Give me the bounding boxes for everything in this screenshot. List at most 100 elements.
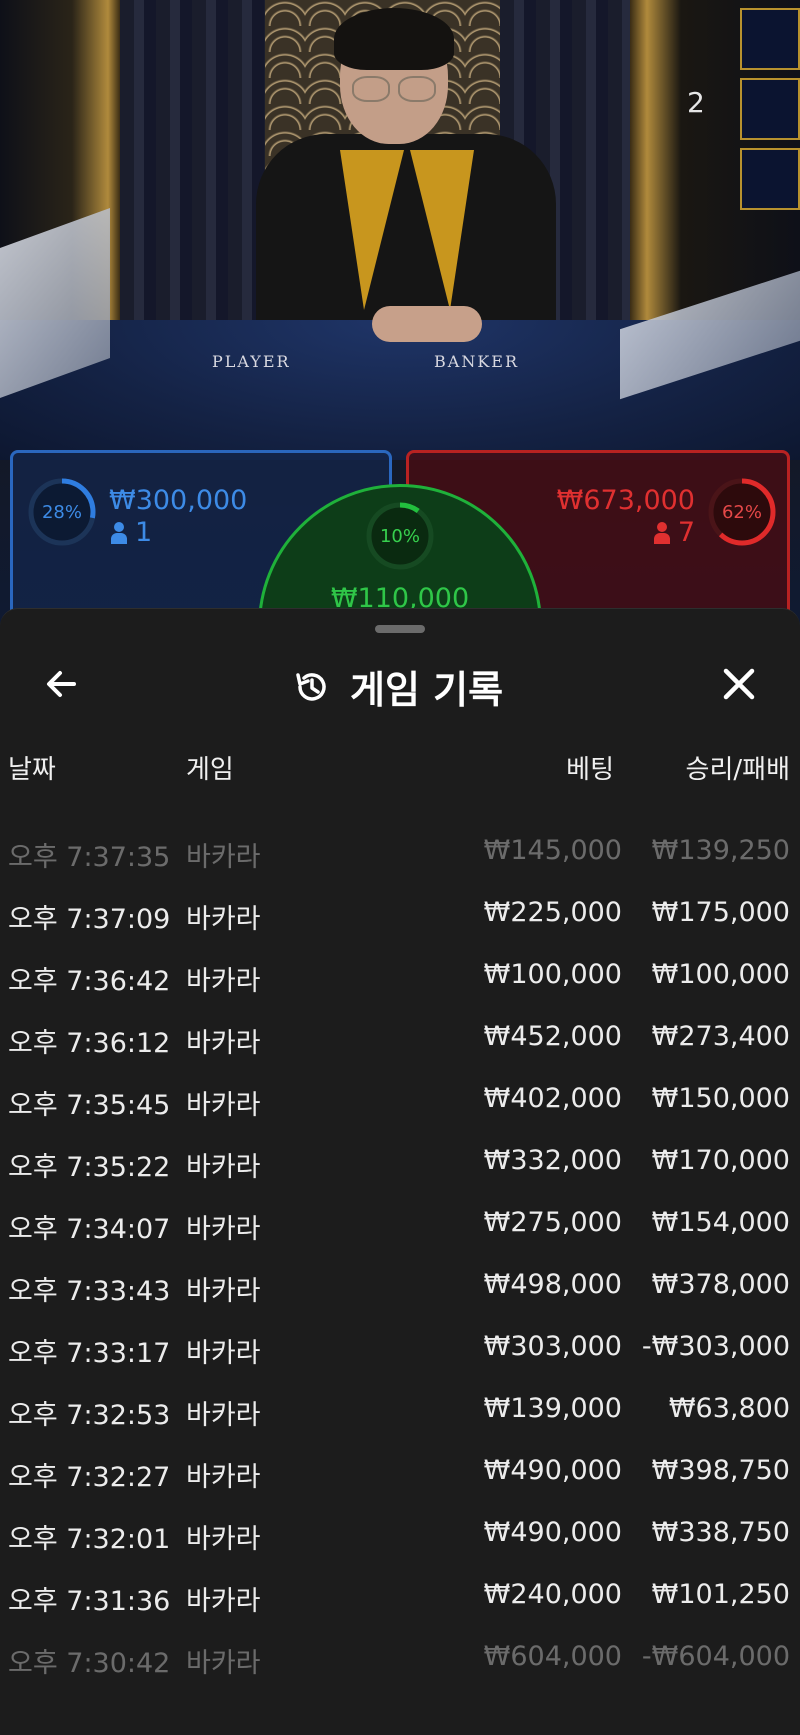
table-label-banker: BANKER [434, 352, 519, 371]
row-game: 바카라 [186, 1462, 261, 1493]
history-row[interactable]: 오후 7:34:07 바카라 ₩275,000 ₩154,000 [0, 1201, 800, 1263]
column-header-result: 승리/패배 [685, 755, 790, 785]
person-icon [653, 521, 670, 544]
player-bettor-count-value: 1 [135, 517, 153, 548]
person-icon [111, 521, 127, 544]
row-bet: ₩225,000 [483, 897, 622, 928]
row-result: ₩378,000 [651, 1269, 790, 1300]
row-bet: ₩604,000 [483, 1641, 622, 1672]
row-game: 바카라 [186, 1028, 261, 1059]
tie-percent-label: 10% [379, 525, 420, 547]
close-icon [723, 668, 755, 700]
tie-percent-ring: 10% [365, 501, 435, 571]
history-row[interactable]: 오후 7:30:42 바카라 ₩604,000 -₩604,000 [0, 1635, 800, 1697]
curtain-left [120, 0, 270, 320]
row-time: 오후 7:33:43 [8, 1276, 171, 1307]
row-time: 오후 7:34:07 [8, 1214, 171, 1245]
history-row[interactable]: 오후 7:36:42 바카라 ₩100,000 ₩100,000 [0, 953, 800, 1015]
row-result: ₩170,000 [651, 1145, 790, 1176]
dealer-hair [334, 8, 454, 70]
dealer-lapel [340, 150, 404, 310]
history-column-headers: 날짜 게임 베팅 승리/패배 [0, 749, 800, 785]
row-game: 바카라 [186, 1214, 261, 1245]
history-row[interactable]: 오후 7:35:22 바카라 ₩332,000 ₩170,000 [0, 1139, 800, 1201]
game-history-sheet: 게임 기록 날짜 게임 베팅 승리/패배 오후 7:37:35 바카라 ₩145… [0, 608, 800, 1735]
sponsor-panel [740, 8, 800, 70]
row-game: 바카라 [186, 1338, 261, 1369]
banker-percent-label: 62% [721, 501, 762, 523]
row-bet: ₩145,000 [483, 835, 622, 866]
sheet-header: 게임 기록 [0, 649, 800, 719]
history-row[interactable]: 오후 7:31:36 바카라 ₩240,000 ₩101,250 [0, 1573, 800, 1635]
row-bet: ₩332,000 [483, 1145, 622, 1176]
row-result: ₩101,250 [651, 1579, 790, 1610]
history-row[interactable]: 오후 7:36:12 바카라 ₩452,000 ₩273,400 [0, 1015, 800, 1077]
row-bet: ₩139,000 [483, 1393, 622, 1424]
history-row[interactable]: 오후 7:33:43 바카라 ₩498,000 ₩378,000 [0, 1263, 800, 1325]
row-time: 오후 7:32:53 [8, 1400, 171, 1431]
row-game: 바카라 [186, 1586, 261, 1617]
row-time: 오후 7:36:12 [8, 1028, 171, 1059]
table-label-player: PLAYER [212, 352, 291, 371]
row-result: ₩150,000 [651, 1083, 790, 1114]
row-result: ₩100,000 [651, 959, 790, 990]
row-result: ₩273,400 [651, 1021, 790, 1052]
dealer-lapel [410, 150, 474, 310]
row-time: 오후 7:35:22 [8, 1152, 171, 1183]
player-percent-label: 28% [41, 501, 82, 523]
row-game: 바카라 [186, 1090, 261, 1121]
row-time: 오후 7:32:27 [8, 1462, 171, 1493]
history-row[interactable]: 오후 7:32:27 바카라 ₩490,000 ₩398,750 [0, 1449, 800, 1511]
sponsor-panel [740, 78, 800, 140]
row-bet: ₩275,000 [483, 1207, 622, 1238]
column-header-bet: 베팅 [566, 755, 614, 785]
banker-bet-amount: ₩673,000 [556, 485, 695, 516]
row-game: 바카라 [186, 1276, 261, 1307]
row-game: 바카라 [186, 966, 261, 997]
row-bet: ₩240,000 [483, 1579, 622, 1610]
row-time: 오후 7:30:42 [8, 1648, 171, 1679]
arrow-left-icon [47, 671, 76, 697]
row-game: 바카라 [186, 842, 261, 873]
sheet-title: 게임 기록 [350, 668, 504, 712]
history-row[interactable]: 오후 7:32:01 바카라 ₩490,000 ₩338,750 [0, 1511, 800, 1573]
sheet-drag-handle[interactable] [375, 625, 425, 633]
row-time: 오후 7:35:45 [8, 1090, 171, 1121]
history-row[interactable]: 오후 7:35:45 바카라 ₩402,000 ₩150,000 [0, 1077, 800, 1139]
row-time: 오후 7:33:17 [8, 1338, 171, 1369]
column-header-date: 날짜 [8, 755, 56, 785]
row-time: 오후 7:32:01 [8, 1524, 171, 1555]
row-result: ₩139,250 [651, 835, 790, 866]
row-game: 바카라 [186, 1524, 261, 1555]
row-result: -₩303,000 [641, 1331, 790, 1362]
row-bet: ₩498,000 [483, 1269, 622, 1300]
row-bet: ₩490,000 [483, 1517, 622, 1548]
column-header-game: 게임 [186, 755, 234, 785]
row-result: ₩63,800 [668, 1393, 790, 1424]
player-percent-ring: 28% [27, 477, 97, 547]
row-game: 바카라 [186, 1648, 261, 1679]
banker-bettor-count-value: 7 [677, 517, 695, 548]
back-button[interactable] [38, 661, 84, 707]
close-button[interactable] [716, 661, 762, 707]
row-result: ₩175,000 [651, 897, 790, 928]
row-result: -₩604,000 [641, 1641, 790, 1672]
row-bet: ₩100,000 [483, 959, 622, 990]
dealer-hands [372, 306, 482, 342]
row-bet: ₩402,000 [483, 1083, 622, 1114]
sheet-title-group: 게임 기록 [292, 659, 503, 714]
history-row[interactable]: 오후 7:32:53 바카라 ₩139,000 ₩63,800 [0, 1387, 800, 1449]
row-time: 오후 7:37:35 [8, 842, 171, 873]
history-icon [296, 672, 326, 701]
sponsor-panel [740, 148, 800, 210]
history-list[interactable]: 오후 7:37:35 바카라 ₩145,000 ₩139,250 오후 7:37… [0, 829, 800, 1697]
history-row[interactable]: 오후 7:37:35 바카라 ₩145,000 ₩139,250 [0, 829, 800, 891]
row-game: 바카라 [186, 1400, 261, 1431]
history-row[interactable]: 오후 7:33:17 바카라 ₩303,000 -₩303,000 [0, 1325, 800, 1387]
row-result: ₩338,750 [651, 1517, 790, 1548]
row-result: ₩398,750 [651, 1455, 790, 1486]
dealer-glasses [352, 76, 436, 102]
row-result: ₩154,000 [651, 1207, 790, 1238]
row-bet: ₩303,000 [483, 1331, 622, 1362]
history-row[interactable]: 오후 7:37:09 바카라 ₩225,000 ₩175,000 [0, 891, 800, 953]
